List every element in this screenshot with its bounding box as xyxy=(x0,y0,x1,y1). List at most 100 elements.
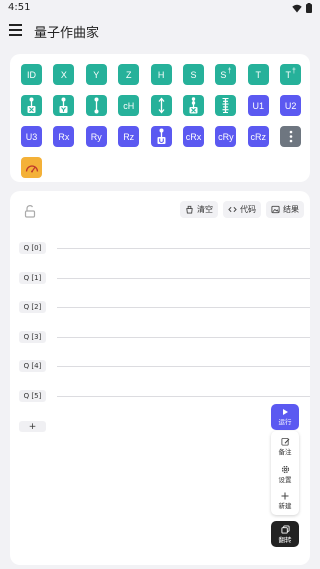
gate-button[interactable]: Rz xyxy=(118,126,140,147)
gate-cy-gate[interactable] xyxy=(53,95,75,116)
gate-label: Y xyxy=(93,69,100,80)
result-label: 结果 xyxy=(283,205,299,214)
gate-more-vertical[interactable] xyxy=(280,126,302,147)
gate-label: H xyxy=(157,69,165,80)
gate-button[interactable]: cRy xyxy=(215,126,237,147)
gate-button[interactable]: S xyxy=(183,64,204,85)
gate-button[interactable]: Y xyxy=(85,64,107,85)
qubit-wire[interactable] xyxy=(57,248,310,249)
clear-label: 清空 xyxy=(197,205,213,214)
gate-label: Z xyxy=(125,69,132,80)
gate-label: ID xyxy=(27,69,36,80)
gate-button[interactable]: H xyxy=(150,64,172,85)
qubit-label[interactable]: Q [3] xyxy=(19,330,46,343)
gate-button[interactable]: T † xyxy=(280,64,302,85)
unlock-icon[interactable] xyxy=(23,204,37,218)
circuit-panel: 清空 代码 结果 Q [0] Q [1] Q [2] Q [3] Q [4] Q [5] … xyxy=(10,191,310,565)
gate-dagger: † xyxy=(291,68,296,75)
gate-label: Rz xyxy=(123,131,135,142)
result-button[interactable]: 结果 xyxy=(266,201,304,218)
cu-gate-icon xyxy=(154,128,169,145)
menu-icon[interactable] xyxy=(9,24,22,36)
run-label: 运行 xyxy=(278,418,292,426)
note-button[interactable]: 备注 xyxy=(271,433,299,459)
measure-gauge-icon xyxy=(25,163,39,173)
new-button[interactable]: 新建 xyxy=(271,488,299,514)
gate-cx-gate[interactable] xyxy=(21,95,42,116)
gate-swap-gate[interactable] xyxy=(150,95,172,116)
gate-button[interactable]: U2 xyxy=(280,95,302,116)
gate-label: U1 xyxy=(252,100,265,111)
code-button[interactable]: 代码 xyxy=(223,201,261,218)
flip-button[interactable]: 翻转 xyxy=(271,521,299,547)
qubit-wire[interactable] xyxy=(57,336,310,338)
qubit-label[interactable]: Q [5] xyxy=(19,389,46,402)
gate-button[interactable]: U1 xyxy=(247,95,269,116)
gate-label: T xyxy=(255,69,262,80)
app-bar: 量子作曲家 xyxy=(0,16,320,46)
qubit-label[interactable]: Q [2] xyxy=(19,301,46,313)
gate-multi-control-gate[interactable] xyxy=(215,95,237,116)
gate-ccx-gate[interactable] xyxy=(183,95,204,116)
gate-cz-gate[interactable] xyxy=(85,95,107,116)
gate-label: X xyxy=(60,69,67,80)
battery-icon xyxy=(306,3,312,13)
qubit-label[interactable]: Q [1] xyxy=(19,271,46,284)
cz-gate-icon xyxy=(89,97,104,114)
image-icon xyxy=(271,205,280,214)
gate-label: Ry xyxy=(90,131,102,142)
more-vertical-icon xyxy=(289,130,293,143)
gate-button[interactable]: S † xyxy=(215,64,237,85)
edit-note-icon xyxy=(280,437,289,446)
gate-measure-gauge[interactable] xyxy=(21,157,42,178)
gate-button[interactable]: Rx xyxy=(53,126,75,147)
gate-palette: ID X Y Z H S S † T T † cH U1 U2 U3 Rx Ry Rz cRx cRy cRz xyxy=(10,54,310,182)
gate-dagger: † xyxy=(227,68,232,75)
gate-label: cRy xyxy=(218,131,234,142)
app-title: 量子作曲家 xyxy=(34,26,100,41)
gate-label: cRz xyxy=(250,131,267,142)
play-icon xyxy=(283,409,288,415)
gate-label: S xyxy=(220,69,227,80)
multi-control-gate-icon xyxy=(218,97,233,114)
ccx-gate-icon xyxy=(186,97,201,114)
settings-button[interactable]: 设置 xyxy=(271,461,299,487)
gate-label: Rx xyxy=(58,131,70,142)
gate-cu-gate[interactable] xyxy=(150,126,172,147)
gate-label: S xyxy=(190,69,197,80)
qubit-label[interactable]: Q [4] xyxy=(19,360,46,372)
add-qubit-button[interactable]: + xyxy=(19,421,46,432)
clear-button[interactable]: 清空 xyxy=(180,201,218,218)
gate-button[interactable]: ID xyxy=(21,64,42,85)
wifi-icon xyxy=(292,4,302,12)
status-time: 4:51 xyxy=(8,2,31,13)
copy-flip-icon xyxy=(280,524,290,534)
new-label: 新建 xyxy=(278,502,292,510)
qubit-wire[interactable] xyxy=(57,307,310,308)
settings-label: 设置 xyxy=(278,475,292,484)
qubit-label[interactable]: Q [0] xyxy=(19,242,46,254)
run-button[interactable]: 运行 xyxy=(271,404,299,430)
gate-label: cRx xyxy=(185,131,202,142)
cx-gate-icon xyxy=(24,97,39,114)
cy-gate-icon xyxy=(56,97,71,114)
qubit-wire[interactable] xyxy=(57,366,310,367)
gate-button[interactable]: T xyxy=(247,64,269,85)
code-label: 代码 xyxy=(240,205,256,214)
status-bar: 4:51 xyxy=(0,0,320,16)
code-icon xyxy=(228,206,237,213)
gate-button[interactable]: Z xyxy=(118,64,140,85)
gate-button[interactable]: X xyxy=(53,64,75,85)
qubit-wire[interactable] xyxy=(57,395,310,397)
gate-button[interactable]: cRx xyxy=(183,126,204,147)
qubit-wire[interactable] xyxy=(57,277,310,279)
gate-button[interactable]: cRz xyxy=(247,126,269,147)
broom-icon xyxy=(186,205,193,214)
note-label: 备注 xyxy=(278,447,292,456)
gate-button[interactable]: cH xyxy=(118,95,140,116)
gate-label: U3 xyxy=(25,131,38,142)
gate-button[interactable]: Ry xyxy=(85,126,107,147)
gate-button[interactable]: U3 xyxy=(21,126,42,147)
action-menu: 备注 设置 新建 xyxy=(271,431,299,515)
gate-label: cH xyxy=(123,100,135,111)
